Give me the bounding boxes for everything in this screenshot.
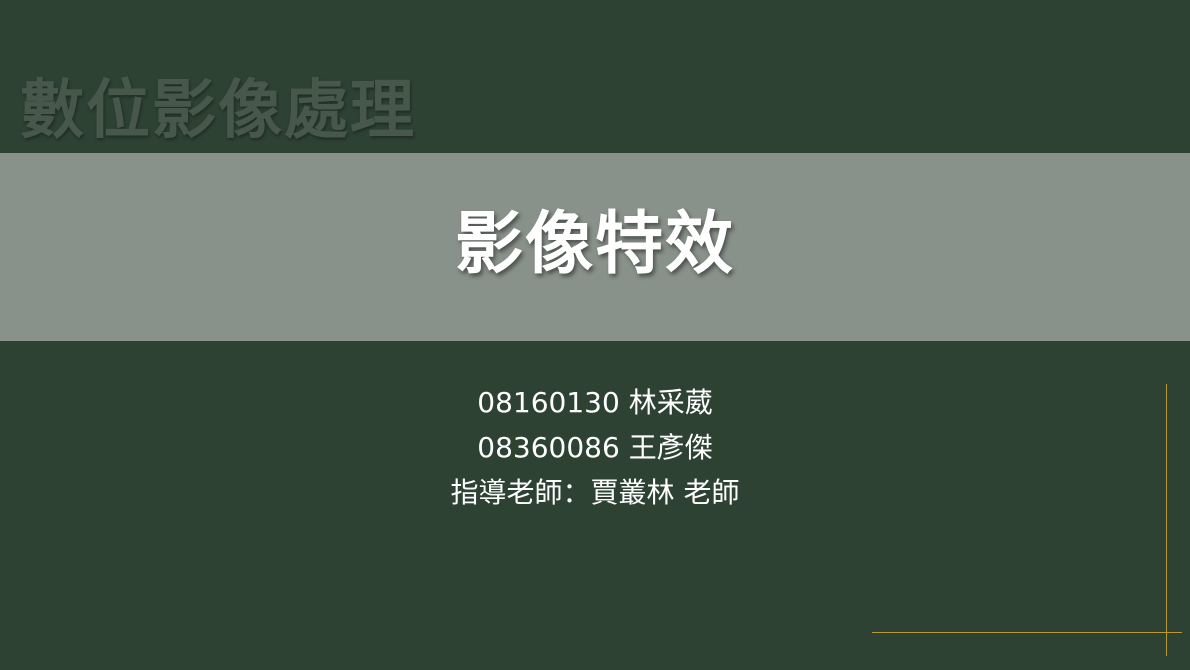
slide: 數位影像處理 影像特效 08160130 林采葳 08360086 王彥傑 指導… xyxy=(0,0,1190,670)
advisor-line: 指導老師：賈叢林 老師 xyxy=(450,476,740,509)
author-line-2: 08360086 王彥傑 xyxy=(477,431,713,464)
accent-horizontal-line xyxy=(872,632,1182,633)
accent-vertical-line xyxy=(1166,384,1167,656)
course-title: 數位影像處理 xyxy=(20,74,416,148)
author-line-1: 08160130 林采葳 xyxy=(477,386,713,419)
author-list: 08160130 林采葳 08360086 王彥傑 指導老師：賈叢林 老師 xyxy=(0,380,1190,515)
main-title: 影像特效 xyxy=(454,205,735,284)
